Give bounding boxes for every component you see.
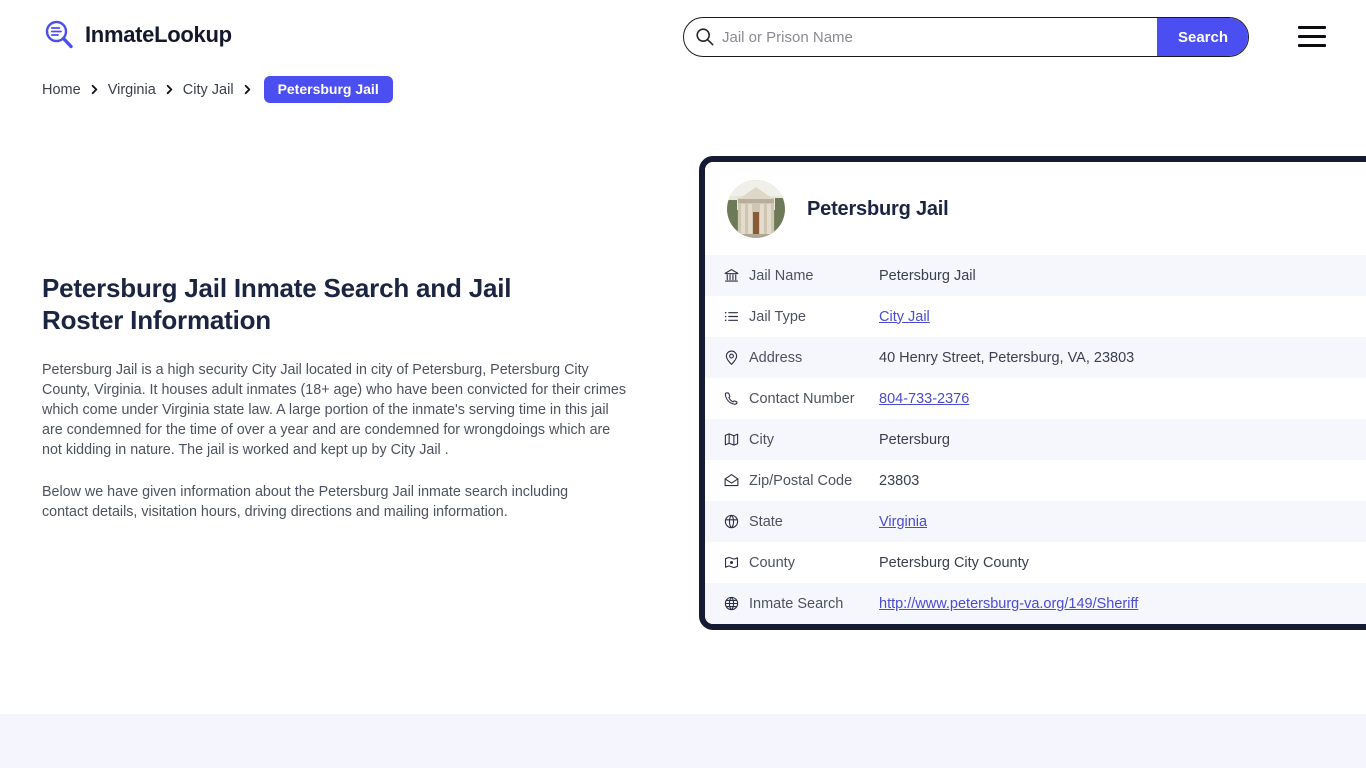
breadcrumb-item-city-jail[interactable]: City Jail [183,82,234,98]
map-pin-icon [723,349,749,366]
row-label: Jail Type [749,309,879,325]
globe-grid-icon [723,513,749,530]
map-icon [723,431,749,448]
breadcrumb: Home Virginia City Jail Petersburg Jail [42,76,393,103]
hamburger-bar [1298,35,1326,38]
row-label: State [749,514,879,530]
table-row: Address 40 Henry Street, Petersburg, VA,… [705,337,1366,378]
brand-logo-link[interactable]: InmateLookup [42,18,232,52]
row-label: Contact Number [749,391,879,407]
table-row: Contact Number 804-733-2376 [705,378,1366,419]
jail-type-link[interactable]: City Jail [879,309,930,325]
row-value: 804-733-2376 [879,391,969,407]
contact-number-link[interactable]: 804-733-2376 [879,391,969,407]
page-footer-band [0,714,1366,768]
search-bar: Search [683,17,1249,57]
row-label: Inmate Search [749,596,879,612]
row-value: 23803 [879,473,919,489]
bank-icon [723,267,749,284]
hamburger-menu-icon[interactable] [1298,26,1326,47]
jail-info-card-title: Petersburg Jail [807,198,949,221]
list-icon [723,308,749,325]
table-row: State Virginia [705,501,1366,542]
table-row: City Petersburg [705,419,1366,460]
row-value: City Jail [879,309,930,325]
row-value: 40 Henry Street, Petersburg, VA, 23803 [879,350,1134,366]
search-button[interactable]: Search [1157,17,1249,57]
row-label: Zip/Postal Code [749,473,879,489]
jail-info-card-header: Petersburg Jail [705,162,1366,255]
jail-info-table: Jail Name Petersburg Jail Jail Type City… [705,255,1366,624]
table-row: Jail Name Petersburg Jail [705,255,1366,296]
hamburger-bar [1298,44,1326,47]
hamburger-bar [1298,26,1326,29]
breadcrumb-item-virginia[interactable]: Virginia [108,82,156,98]
table-row: Jail Type City Jail [705,296,1366,337]
table-row: Zip/Postal Code 23803 [705,460,1366,501]
page-intro: Petersburg Jail Inmate Search and Jail R… [42,272,642,544]
table-row: Inmate Search http://www.petersburg-va.o… [705,583,1366,624]
row-label: City [749,432,879,448]
row-value: Petersburg Jail [879,268,976,284]
page-title: Petersburg Jail Inmate Search and Jail R… [42,272,587,336]
row-value: Petersburg City County [879,555,1029,571]
brand-name: InmateLookup [85,22,232,48]
chevron-right-icon [89,84,100,95]
table-row: County Petersburg City County [705,542,1366,583]
magnifier-list-icon [42,18,76,52]
breadcrumb-item-home[interactable]: Home [42,82,81,98]
inmate-search-link[interactable]: http://www.petersburg-va.org/149/Sheriff [879,596,1138,612]
search-icon [684,18,718,56]
chevron-right-icon [242,84,253,95]
intro-paragraph-2: Below we have given information about th… [42,482,614,522]
row-value: Virginia [879,514,927,530]
site-header: InmateLookup Search [0,0,1366,74]
search-input[interactable] [718,18,1157,56]
envelope-icon [723,472,749,489]
row-value: Petersburg [879,432,950,448]
jail-building-photo [727,180,785,238]
jail-info-card: Petersburg Jail Jail Name Petersburg Jai… [699,156,1366,630]
breadcrumb-item-current: Petersburg Jail [264,76,393,103]
row-label: Jail Name [749,268,879,284]
row-label: Address [749,350,879,366]
chevron-right-icon [164,84,175,95]
web-globe-icon [723,595,749,612]
intro-paragraph-1: Petersburg Jail is a high security City … [42,360,630,460]
row-value: http://www.petersburg-va.org/149/Sheriff [879,596,1138,612]
phone-icon [723,390,749,407]
row-label: County [749,555,879,571]
state-link[interactable]: Virginia [879,514,927,530]
county-icon [723,554,749,571]
